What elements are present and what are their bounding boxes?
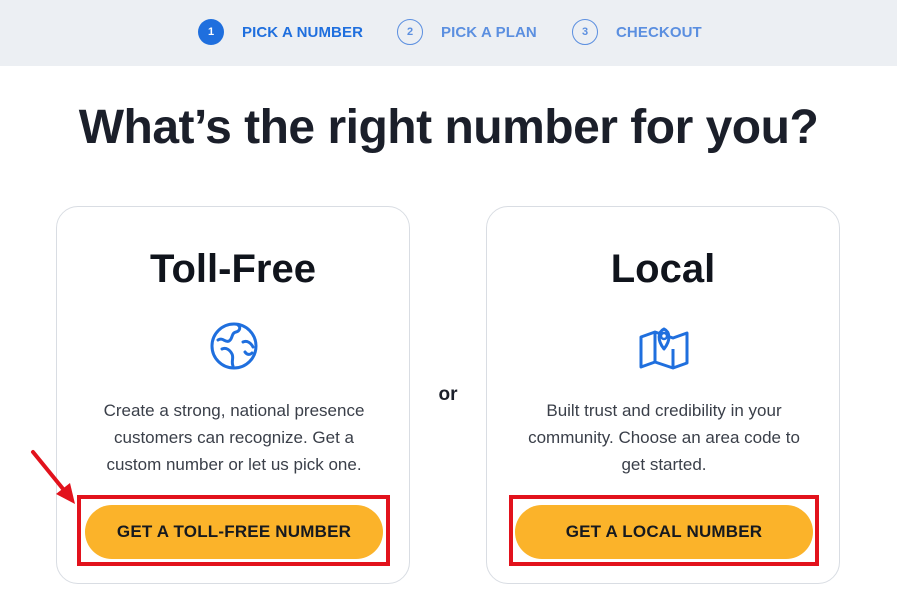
or-separator: or: [438, 384, 458, 405]
card-description: Create a strong, national presence custo…: [103, 401, 365, 474]
card-title: Toll-Free: [150, 247, 316, 291]
step-number-badge: 3: [572, 19, 598, 45]
card-description: Built trust and credibility in your comm…: [528, 401, 800, 474]
step-label: PICK A PLAN: [441, 23, 537, 41]
step-checkout[interactable]: 3 CHECKOUT: [572, 19, 702, 45]
annotation-arrow-icon: [31, 450, 75, 504]
step-label: CHECKOUT: [616, 23, 702, 41]
card-title: Local: [610, 247, 716, 291]
step-number-badge: 1: [198, 19, 224, 45]
step-pick-a-plan[interactable]: 2 PICK A PLAN: [397, 19, 537, 45]
annotation-highlight-box: [77, 495, 390, 566]
step-pick-a-number[interactable]: 1 PICK A NUMBER: [198, 19, 363, 45]
step-label: PICK A NUMBER: [242, 23, 364, 41]
map-pin-icon: [639, 327, 689, 370]
annotation-highlight-box: [509, 495, 819, 566]
step-number-badge: 2: [397, 19, 423, 45]
checkout-stepper: 1 PICK A NUMBER 2 PICK A PLAN 3 CHECKOUT: [0, 0, 897, 66]
page-title: What’s the right number for you?: [78, 101, 819, 154]
globe-icon: [210, 322, 258, 370]
